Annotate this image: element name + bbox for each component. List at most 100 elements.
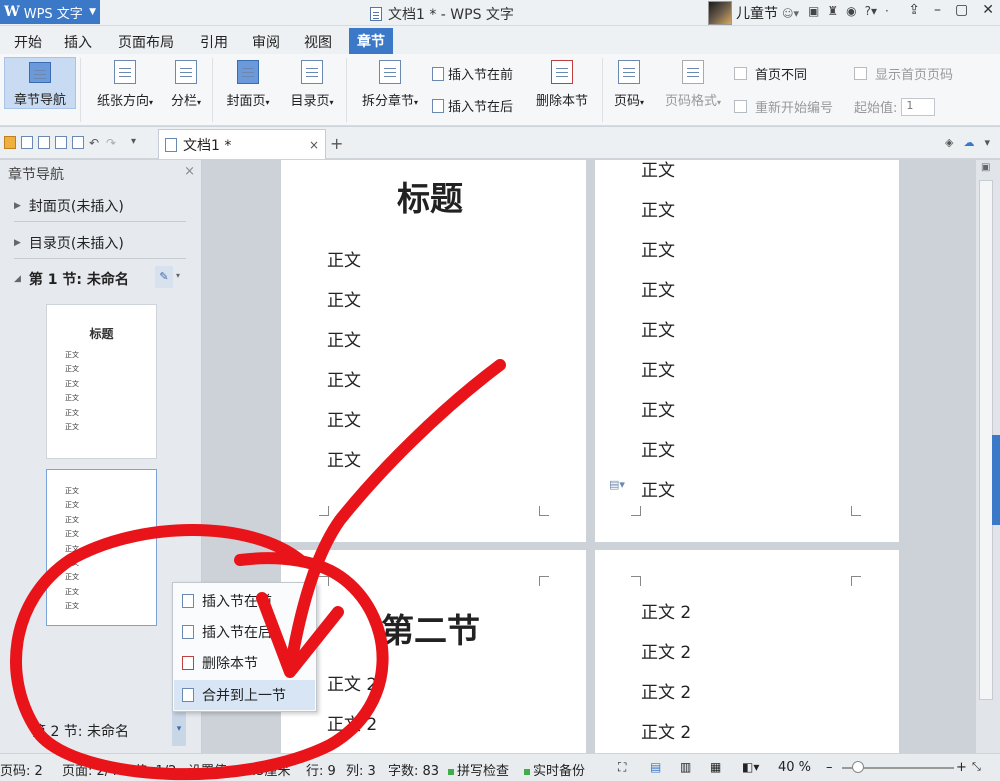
- open-folder-icon[interactable]: [4, 136, 16, 149]
- close-icon[interactable]: ×: [184, 164, 195, 179]
- page-4[interactable]: 正文 2 正文 2 正文 2 正文 2: [595, 550, 899, 753]
- start-value-input[interactable]: 1: [901, 97, 936, 116]
- spell-check-toggle[interactable]: 拼写检查: [448, 760, 509, 779]
- body-line[interactable]: 正文: [327, 366, 361, 391]
- page-2[interactable]: 正文 正文 正文 正文 正文 正文 正文 正文 正文 ▤▾: [595, 160, 899, 542]
- pin-icon[interactable]: ⇪: [908, 2, 920, 18]
- body-line[interactable]: 正文 2: [327, 670, 377, 695]
- tab-start[interactable]: 开始: [14, 32, 42, 52]
- tab-references[interactable]: 引用: [200, 32, 228, 52]
- document-tab[interactable]: 文档1 * ×: [158, 129, 326, 159]
- split-view-icon[interactable]: ▣: [981, 162, 990, 173]
- nav-item-section-2[interactable]: 第 2 节: 未命名: [14, 712, 186, 746]
- close-tab-icon[interactable]: ×: [309, 138, 319, 152]
- paper-direction-button[interactable]: 纸张方向▾: [88, 60, 162, 109]
- chevron-down-icon[interactable]: ▾: [176, 271, 180, 280]
- zoom-in-button[interactable]: +: [956, 760, 967, 775]
- page-format-button[interactable]: 页码格式▾: [656, 60, 730, 109]
- print-icon[interactable]: [55, 136, 67, 149]
- cover-page-button[interactable]: 封面页▾: [220, 60, 276, 109]
- menu-item-insert-after[interactable]: 插入节在后: [174, 617, 315, 647]
- insert-after-button[interactable]: 插入节在后: [432, 96, 513, 115]
- tab-chapter[interactable]: 章节: [349, 28, 393, 54]
- realtime-backup-toggle[interactable]: 实时备份: [524, 760, 585, 779]
- reading-view-icon[interactable]: ◧▾: [742, 760, 759, 774]
- body-line[interactable]: 正文: [641, 316, 675, 341]
- body-line[interactable]: 正文 2: [641, 638, 691, 663]
- scrollbar-thumb[interactable]: [979, 180, 993, 700]
- redo-icon[interactable]: ↷: [106, 136, 118, 150]
- document-canvas[interactable]: 标题 正文 正文 正文 正文 正文 正文 正文 正文 正文 正文 正文 正文 正…: [203, 160, 976, 753]
- maximize-button[interactable]: ▢: [955, 2, 968, 18]
- user-account[interactable]: 儿童节 ☺▾: [708, 1, 799, 25]
- menu-item-insert-before[interactable]: 插入节在前: [174, 586, 315, 616]
- close-button[interactable]: ✕: [982, 2, 994, 18]
- body-line[interactable]: 正文 2: [327, 710, 377, 735]
- new-tab-button[interactable]: +: [330, 134, 343, 153]
- paragraph-options-icon[interactable]: ▤▾: [609, 478, 625, 491]
- body-line[interactable]: 正文: [327, 326, 361, 351]
- export-pdf-icon[interactable]: [38, 136, 50, 149]
- show-first-page-number-checkbox[interactable]: 显示首页页码: [854, 64, 953, 83]
- split-chapter-button[interactable]: 拆分章节▾: [354, 60, 426, 109]
- minimize-button[interactable]: –: [934, 2, 941, 18]
- tab-view[interactable]: 视图: [304, 32, 332, 52]
- page-view-icon[interactable]: ▤: [650, 760, 661, 774]
- web-view-icon[interactable]: ▦: [710, 760, 721, 774]
- body-line[interactable]: 正文: [641, 160, 675, 181]
- more-icon[interactable]: ·: [885, 4, 889, 18]
- avatar[interactable]: [708, 1, 732, 25]
- cloud-icon[interactable]: ☁: [963, 136, 974, 149]
- body-line[interactable]: 正文 2: [641, 678, 691, 703]
- restart-numbering-checkbox[interactable]: 重新开始编号: [734, 97, 833, 116]
- insert-before-button[interactable]: 插入节在前: [432, 64, 513, 83]
- help-icon[interactable]: ?▾: [865, 4, 877, 18]
- vertical-scrollbar[interactable]: ▣: [976, 160, 1000, 753]
- status-word-count[interactable]: 字数: 83: [388, 760, 439, 779]
- body-line[interactable]: 正文: [641, 236, 675, 261]
- section-2-heading[interactable]: 第二节: [381, 604, 480, 652]
- body-line[interactable]: 正文: [327, 406, 361, 431]
- fit-window-icon[interactable]: ⤡: [972, 760, 981, 774]
- toc-page-button[interactable]: 目录页▾: [284, 60, 340, 109]
- page-thumbnail-2[interactable]: 正文 正文 正文 正文 正文 正文 正文 正文 正文: [46, 469, 157, 626]
- section-2-dropdown[interactable]: ▾: [172, 712, 186, 746]
- chat-icon[interactable]: ◉: [846, 4, 856, 18]
- body-line[interactable]: 正文: [641, 396, 675, 421]
- tab-page-layout[interactable]: 页面布局: [118, 32, 174, 52]
- body-line[interactable]: 正文: [641, 276, 675, 301]
- settings-icon[interactable]: ◈: [945, 136, 953, 149]
- body-line[interactable]: 正文: [641, 436, 675, 461]
- body-line[interactable]: 正文: [641, 196, 675, 221]
- columns-button[interactable]: 分栏▾: [166, 60, 206, 109]
- print-preview-icon[interactable]: [72, 136, 84, 149]
- body-line[interactable]: 正文: [327, 246, 361, 271]
- body-line[interactable]: 正文 2: [641, 718, 691, 743]
- app-menu-button[interactable]: W WPS 文字 ▼: [0, 0, 100, 24]
- page-1[interactable]: 标题 正文 正文 正文 正文 正文 正文: [281, 160, 586, 542]
- tab-insert[interactable]: 插入: [64, 32, 92, 52]
- outline-view-icon[interactable]: ▥: [680, 760, 691, 774]
- zoom-out-button[interactable]: –: [826, 760, 833, 775]
- tab-review[interactable]: 审阅: [252, 32, 280, 52]
- document-heading[interactable]: 标题: [397, 172, 463, 220]
- chevron-down-icon[interactable]: ▾: [984, 136, 990, 149]
- zoom-level[interactable]: 40 %: [778, 760, 811, 775]
- shirt-icon[interactable]: ♜: [827, 4, 838, 18]
- body-line[interactable]: 正文: [641, 356, 675, 381]
- body-line[interactable]: 正文: [327, 446, 361, 471]
- page-thumbnail-1[interactable]: 标题 正文 正文 正文 正文 正文 正文: [46, 304, 157, 459]
- save-icon[interactable]: [21, 136, 33, 149]
- zoom-slider-handle[interactable]: [852, 761, 864, 773]
- menu-item-merge-previous[interactable]: 合并到上一节: [174, 680, 315, 710]
- fullscreen-icon[interactable]: ⛶: [618, 760, 626, 775]
- chapter-nav-button[interactable]: 章节导航: [4, 57, 76, 109]
- rename-pencil-icon[interactable]: ✎: [155, 266, 173, 288]
- nav-item-toc[interactable]: ▶ 目录页(未插入): [14, 233, 186, 253]
- body-line[interactable]: 正文: [327, 286, 361, 311]
- nav-item-cover[interactable]: ▶ 封面页(未插入): [14, 196, 186, 216]
- skin-icon[interactable]: ▣: [808, 4, 819, 18]
- page-3[interactable]: 第二节 正文 2 正文 2: [281, 550, 586, 753]
- delete-section-button[interactable]: 删除本节: [530, 60, 594, 109]
- first-page-different-checkbox[interactable]: 首页不同: [734, 64, 807, 83]
